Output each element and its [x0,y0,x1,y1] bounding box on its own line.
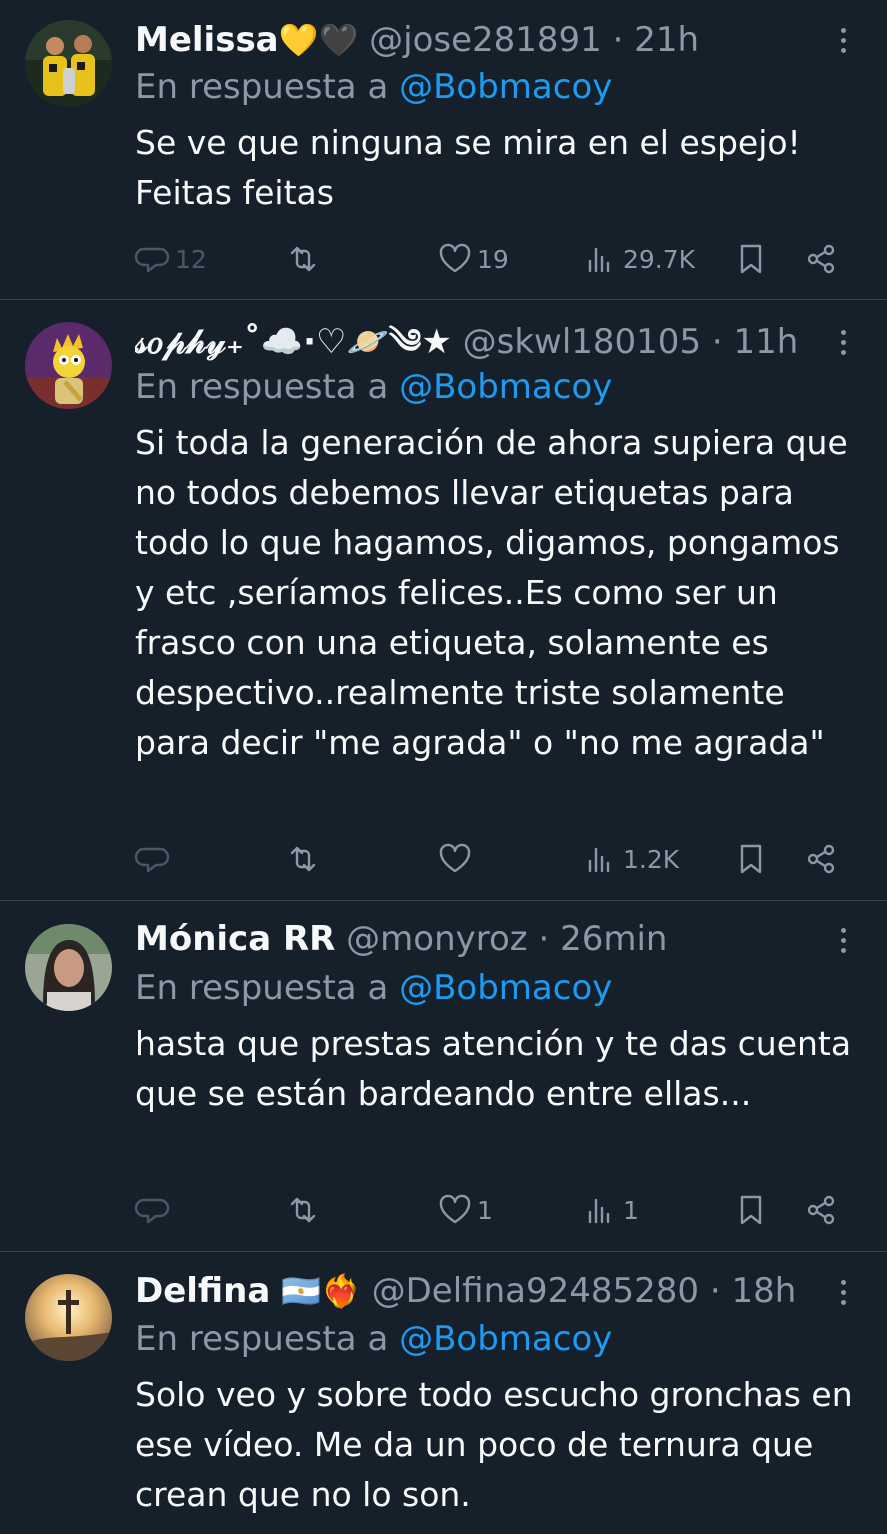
like-button[interactable] [437,837,477,881]
bookmark-button[interactable] [733,237,769,281]
retweet-button[interactable] [285,837,325,881]
name-emoji: 💛🖤 [278,21,359,59]
reply-prefix: En respuesta a [135,968,389,1008]
tweet-text: hasta que prestas atención y te das cuen… [135,1024,852,1113]
timestamp[interactable]: 18h [731,1271,796,1311]
display-name[interactable]: 𝓈𝑜𝓅𝒽𝓎₊˚☁️·♡🪐༄★ [135,322,452,362]
more-dots-icon[interactable] [831,918,855,962]
speech-bubble-icon [135,1198,170,1224]
handle[interactable]: @jose281891 [369,20,602,60]
timestamp[interactable]: 21h [634,20,699,60]
tweet-header: Delfina 🇦🇷❤️‍🔥 @Delfina92485280 · 18h [135,1269,817,1313]
like-count: 1 [477,1195,493,1225]
avatar-image [25,322,112,409]
share-button[interactable] [803,1188,839,1232]
share-button[interactable] [803,237,839,281]
reply-mention[interactable]: @Bobmacoy [399,1319,612,1359]
like-count: 19 [477,244,509,274]
views-button[interactable]: 29.7K [583,237,695,281]
share-icon [807,1195,835,1225]
bookmark-button[interactable] [733,837,769,881]
bookmark-icon [740,244,762,274]
heart-icon [439,243,471,273]
avatar[interactable] [25,322,112,409]
handle[interactable]: @Delfina92485280 [372,1271,699,1311]
share-icon [807,244,835,274]
reply-context: En respuesta a @Bobmacoy [135,966,612,1010]
more-dots-icon[interactable] [831,320,855,364]
reply-prefix: En respuesta a [135,367,389,407]
reply-button[interactable] [135,1188,175,1232]
timestamp[interactable]: 11h [734,322,799,362]
tweet-melissa[interactable]: Melissa💛🖤 @jose281891 · 21h En respuesta… [0,0,887,300]
retweet-icon [290,1197,316,1223]
tweet-text: Si toda la generación de ahora supiera q… [135,423,848,762]
view-count: 1.2K [623,844,680,874]
action-bar: 12 19 29.7K [135,237,855,281]
tweet-header: Mónica RR @monyroz · 26min [135,917,817,961]
view-count: 29.7K [623,244,696,274]
bookmark-icon [740,1195,762,1225]
bookmark-button[interactable] [733,1188,769,1232]
more-dots-icon[interactable] [831,1270,855,1314]
action-bar: 1.2K [135,837,855,881]
retweet-icon [290,246,316,272]
view-count: 1 [623,1195,639,1225]
retweet-icon [290,846,316,872]
display-name[interactable]: Melissa [135,20,279,60]
reply-mention[interactable]: @Bobmacoy [399,67,612,107]
timestamp[interactable]: 26min [560,919,667,959]
reply-mention[interactable]: @Bobmacoy [399,968,612,1008]
reply-button[interactable] [135,837,175,881]
handle[interactable]: @monyroz [346,919,527,959]
tweet-text: Se ve que ninguna se mira en el espejo! … [135,123,801,212]
action-bar: 1 1 [135,1188,855,1232]
display-name[interactable]: Mónica RR [135,919,335,959]
bar-chart-icon [588,247,610,273]
tweet-monica[interactable]: Mónica RR @monyroz · 26min En respuesta … [0,902,887,1252]
views-button[interactable]: 1 [583,1188,639,1232]
reply-button[interactable]: 12 [135,237,207,281]
tweet-header: 𝓈𝑜𝓅𝒽𝓎₊˚☁️·♡🪐༄★ @skwl180105 · 11h [135,320,817,364]
speech-bubble-icon [135,247,170,273]
avatar[interactable] [25,924,112,1011]
bookmark-icon [740,844,762,874]
avatar[interactable] [25,20,112,107]
retweet-button[interactable] [285,1188,325,1232]
avatar-image [25,20,112,107]
reply-prefix: En respuesta a [135,1319,389,1359]
more-dots-icon[interactable] [831,18,855,62]
tweet-delfina[interactable]: Delfina 🇦🇷❤️‍🔥 @Delfina92485280 · 18h En… [0,1253,887,1534]
tweet-header: Melissa💛🖤 @jose281891 · 21h [135,18,817,62]
reply-mention[interactable]: @Bobmacoy [399,367,612,407]
reply-count: 12 [175,244,207,274]
like-button[interactable]: 19 [437,237,509,281]
avatar-image [25,1274,112,1361]
reply-context: En respuesta a @Bobmacoy [135,1317,612,1361]
heart-icon [439,1194,471,1224]
reply-context: En respuesta a @Bobmacoy [135,65,612,109]
name-emoji: 🇦🇷❤️‍🔥 [281,1272,361,1310]
separator: · [538,919,550,959]
speech-bubble-icon [135,847,170,873]
tweet-text: Solo veo y sobre todo escucho gronchas e… [135,1375,853,1514]
handle[interactable]: @skwl180105 [463,322,701,362]
reply-context: En respuesta a @Bobmacoy [135,365,612,409]
separator: · [709,1271,721,1311]
heart-icon [439,843,471,873]
like-button[interactable]: 1 [437,1188,493,1232]
tweet-sophy[interactable]: 𝓈𝑜𝓅𝒽𝓎₊˚☁️·♡🪐༄★ @skwl180105 · 11h En resp… [0,301,887,901]
views-button[interactable]: 1.2K [583,837,679,881]
share-icon [807,844,835,874]
avatar[interactable] [25,1274,112,1361]
retweet-button[interactable] [285,237,325,281]
avatar-image [25,924,112,1011]
bar-chart-icon [588,1198,610,1224]
share-button[interactable] [803,837,839,881]
reply-prefix: En respuesta a [135,67,389,107]
separator: · [711,322,723,362]
bar-chart-icon [588,847,610,873]
separator: · [612,20,624,60]
display-name[interactable]: Delfina [135,1271,270,1311]
